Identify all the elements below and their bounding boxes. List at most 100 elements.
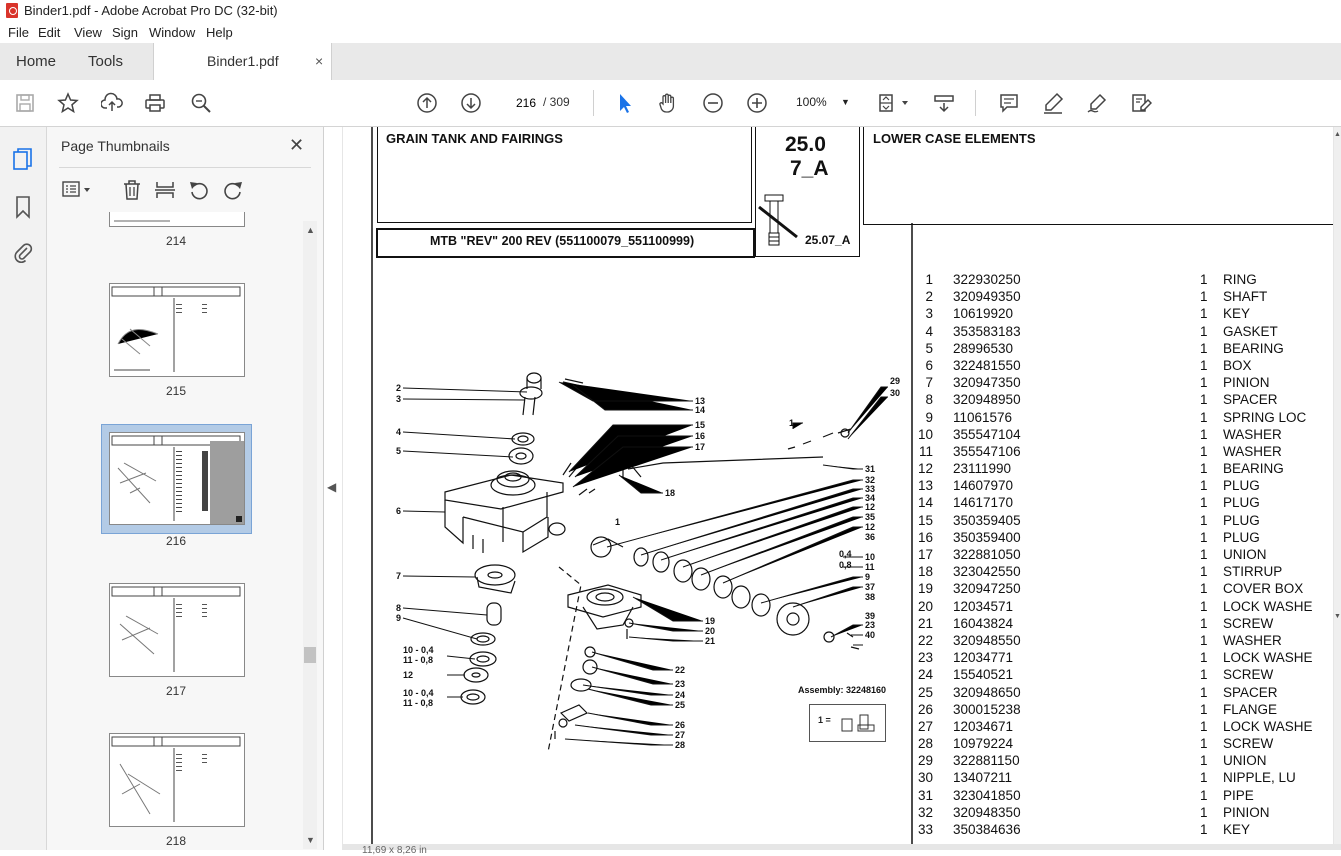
part-code: 320948650 <box>953 684 1021 700</box>
zoom-out-icon[interactable] <box>702 92 724 114</box>
menu-window[interactable]: Window <box>149 25 195 40</box>
bookmarks-icon[interactable] <box>13 195 33 219</box>
thumbnail-options-icon[interactable] <box>61 179 93 201</box>
zoom-in-icon[interactable] <box>746 92 768 114</box>
scroll-down-icon[interactable]: ▼ <box>306 835 315 845</box>
page-thumbnails-icon[interactable] <box>12 147 34 171</box>
fit-page-icon[interactable] <box>877 92 911 114</box>
fill-sign-icon[interactable] <box>1130 92 1153 114</box>
page-up-icon[interactable] <box>416 92 438 114</box>
part-code: 320947350 <box>953 375 1021 391</box>
tab-tools[interactable]: Tools <box>88 43 123 80</box>
page-thumbnail[interactable] <box>109 212 245 227</box>
callout-label: 17 <box>695 442 705 452</box>
page-size-indicator: 11,69 x 8,26 in <box>362 845 427 856</box>
highlight-icon[interactable] <box>1042 92 1064 114</box>
document-scrollbar[interactable]: ▲ ▼ <box>1334 127 1341 850</box>
page-number-input[interactable] <box>505 92 547 114</box>
callout-label: 30 <box>890 388 900 398</box>
sign-icon[interactable] <box>1086 92 1108 114</box>
callout-label: 29 <box>890 376 900 386</box>
part-description: UNION <box>1223 753 1267 769</box>
tab-home[interactable]: Home <box>16 43 56 80</box>
tab-document[interactable]: Binder1.pdf × <box>153 43 332 81</box>
part-quantity: 1 <box>1200 564 1208 580</box>
scroll-mode-icon[interactable] <box>933 92 955 114</box>
part-description: WASHER <box>1223 426 1282 442</box>
save-icon[interactable] <box>14 92 36 114</box>
document-view[interactable]: GRAIN TANK AND FAIRINGS MTB "REV" 200 RE… <box>342 127 1341 856</box>
page-thumbnail[interactable] <box>109 733 245 827</box>
part-number: 28 <box>917 736 933 752</box>
attachments-icon[interactable] <box>12 240 34 264</box>
part-number: 2 <box>925 289 933 305</box>
scroll-up-icon[interactable]: ▲ <box>306 225 315 235</box>
part-quantity: 1 <box>1200 340 1208 356</box>
part-description: BEARING <box>1223 340 1284 356</box>
page-thumbnail[interactable] <box>109 583 245 677</box>
select-arrow-icon[interactable] <box>614 92 636 114</box>
thumbnails-scrollbar[interactable]: ▲ ▼ <box>303 221 317 849</box>
collapse-panel-icon[interactable]: ◀ <box>327 480 336 494</box>
rotate-counterclockwise-icon[interactable] <box>188 179 210 201</box>
extract-pages-icon[interactable] <box>154 179 176 201</box>
part-number: 31 <box>917 787 933 803</box>
callout-label: 11 - 0,8 <box>403 655 433 665</box>
callout-label: 10 - 0,4 <box>403 645 434 655</box>
scroll-down-icon[interactable]: ▼ <box>1334 613 1341 620</box>
part-code: 322881050 <box>953 547 1021 562</box>
callout-label: 16 <box>695 431 705 441</box>
menu-edit[interactable]: Edit <box>38 25 60 40</box>
part-description: WASHER <box>1223 632 1282 648</box>
menu-sign[interactable]: Sign <box>112 25 138 40</box>
page-total: / 309 <box>543 95 570 109</box>
page-down-icon[interactable] <box>460 92 482 114</box>
callout-label: 11 <box>865 562 875 572</box>
page-thumbnail[interactable] <box>109 283 245 377</box>
zoom-search-icon[interactable] <box>190 92 212 114</box>
horizontal-scrollbar[interactable] <box>342 844 1341 850</box>
comment-icon[interactable] <box>998 92 1020 114</box>
menu-help[interactable]: Help <box>206 25 233 40</box>
sleeve-icon <box>841 714 875 732</box>
close-panel-icon[interactable]: ✕ <box>289 135 304 156</box>
part-code: 355547106 <box>953 443 1021 459</box>
callout-label: 15 <box>695 420 705 430</box>
delete-page-icon[interactable] <box>121 179 143 201</box>
part-code: 350359405 <box>953 512 1021 528</box>
part-code: 353583183 <box>953 323 1021 339</box>
bookmark-star-icon[interactable] <box>57 92 79 114</box>
callout-label: 1 <box>615 517 620 527</box>
part-number: 16 <box>917 529 933 545</box>
part-quantity: 1 <box>1200 392 1208 408</box>
hand-icon[interactable] <box>657 92 679 114</box>
part-number: 14 <box>917 495 933 511</box>
print-icon[interactable] <box>144 92 166 114</box>
zoom-level-select[interactable]: 100% ▼ <box>790 92 854 112</box>
part-quantity: 1 <box>1200 495 1208 511</box>
part-quantity: 1 <box>1200 478 1208 494</box>
thumbnails-panel: Page Thumbnails ✕ 214 215 216 217 218 ▲ … <box>47 127 324 850</box>
part-description: COVER BOX <box>1223 581 1304 597</box>
callout-label: 22 <box>675 665 685 675</box>
scrollbar-thumb[interactable] <box>304 647 316 663</box>
menu-file[interactable]: File <box>8 25 29 40</box>
part-description: WASHER <box>1223 443 1282 459</box>
callout-label: 11 - 0,8 <box>403 698 433 708</box>
part-code: 28996530 <box>953 340 1014 356</box>
callout-label: 35 <box>865 512 875 522</box>
scroll-up-icon[interactable]: ▲ <box>1334 131 1341 138</box>
part-description: BOX <box>1223 357 1252 373</box>
tab-close-icon[interactable]: × <box>315 43 323 80</box>
part-code: 23111990 <box>953 461 1012 477</box>
part-code: 323042550 <box>953 564 1021 580</box>
page-thumbnail-selected[interactable] <box>109 432 245 525</box>
part-description: SPACER <box>1223 684 1278 700</box>
callout-label: 37 <box>865 582 875 592</box>
part-quantity: 1 <box>1200 804 1208 820</box>
part-quantity: 1 <box>1200 684 1208 700</box>
upload-icon[interactable] <box>100 92 123 114</box>
callout-label: 28 <box>675 740 685 750</box>
menu-view[interactable]: View <box>74 25 102 40</box>
rotate-clockwise-icon[interactable] <box>222 179 244 201</box>
